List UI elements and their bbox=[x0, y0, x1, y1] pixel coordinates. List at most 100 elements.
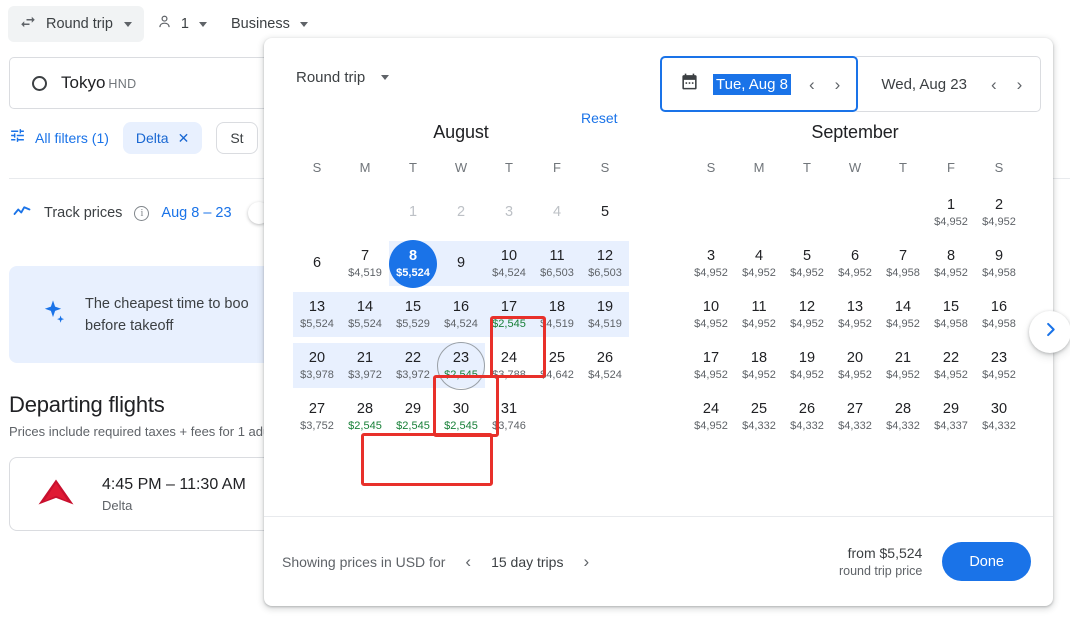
calendar-day-cell[interactable]: 22 $3,972 bbox=[389, 340, 437, 391]
calendar-day-cell[interactable]: 20 $4,952 bbox=[831, 340, 879, 391]
calendar-day-cell[interactable]: 9 bbox=[437, 238, 485, 289]
calendar-day-cell[interactable]: 11 $6,503 bbox=[533, 238, 581, 289]
day-number: 10 bbox=[500, 247, 518, 264]
done-button[interactable]: Done bbox=[942, 542, 1031, 581]
calendar-day-cell[interactable]: 28 $2,545 bbox=[341, 391, 389, 442]
day-price: $2,545 bbox=[348, 419, 382, 432]
calendar-day-cell[interactable]: 13 $4,952 bbox=[831, 289, 879, 340]
calendar-day-cell[interactable]: 16 $4,524 bbox=[437, 289, 485, 340]
popup-trip-type-selector[interactable]: Round trip bbox=[296, 69, 390, 86]
calendar-day-cell[interactable]: 19 $4,952 bbox=[783, 340, 831, 391]
info-icon[interactable]: i bbox=[134, 205, 150, 221]
day-number: 26 bbox=[596, 349, 614, 366]
day-number: 16 bbox=[990, 298, 1008, 315]
departure-date-field[interactable]: Tue, Aug 8 ‹ › bbox=[660, 56, 859, 112]
passenger-selector[interactable]: 1 bbox=[144, 6, 219, 42]
return-next-day-button[interactable]: › bbox=[1013, 73, 1027, 96]
calendar-day-cell[interactable]: 14 $4,952 bbox=[879, 289, 927, 340]
close-icon[interactable]: ✕ bbox=[178, 131, 190, 145]
calendar-day-cell[interactable]: 24 $3,788 bbox=[485, 340, 533, 391]
calendar-day-cell[interactable]: 31 $3,746 bbox=[485, 391, 533, 442]
calendar-day-cell[interactable]: 5 $4,952 bbox=[783, 238, 831, 289]
day-price: $4,519 bbox=[588, 317, 622, 330]
day-number: 2 bbox=[456, 204, 466, 220]
calendar-day-cell[interactable]: 29 $2,545 bbox=[389, 391, 437, 442]
day-of-week-header: S bbox=[312, 160, 322, 175]
calendar-day-cell[interactable]: 12 $6,503 bbox=[581, 238, 629, 289]
calendar-day-cell[interactable]: 2 $4,952 bbox=[975, 187, 1023, 238]
chevron-down-icon bbox=[198, 21, 207, 27]
calendar-day-cell[interactable]: 5 bbox=[581, 187, 629, 238]
calendar-day-cell[interactable]: 21 $4,952 bbox=[879, 340, 927, 391]
month-title: September bbox=[811, 122, 899, 142]
day-price: $4,952 bbox=[790, 368, 824, 381]
calendar-day-cell[interactable]: 19 $4,519 bbox=[581, 289, 629, 340]
all-filters-button[interactable]: All filters (1) bbox=[9, 127, 109, 149]
calendar-day-cell[interactable]: 18 $4,519 bbox=[533, 289, 581, 340]
day-number: 8 bbox=[946, 247, 956, 264]
filter-chip-airline[interactable]: Delta ✕ bbox=[122, 122, 203, 154]
calendar-day-cell[interactable]: 6 $4,952 bbox=[831, 238, 879, 289]
calendar-day-cell[interactable]: 30 $4,332 bbox=[975, 391, 1023, 442]
calendar-day-cell[interactable]: 10 $4,952 bbox=[687, 289, 735, 340]
trip-length-next-button[interactable]: › bbox=[579, 550, 593, 573]
day-price: $4,952 bbox=[838, 368, 872, 381]
calendar-day-cell[interactable]: 27 $4,332 bbox=[831, 391, 879, 442]
track-prices-dates[interactable]: Aug 8 – 23 bbox=[161, 205, 231, 221]
calendar-day-cell[interactable]: 15 $5,529 bbox=[389, 289, 437, 340]
insight-line-1: The cheapest time to boo bbox=[85, 295, 249, 312]
chevron-down-icon bbox=[299, 21, 308, 27]
next-page-button[interactable] bbox=[1029, 311, 1070, 353]
calendar-day-cell[interactable]: 25 $4,642 bbox=[533, 340, 581, 391]
departure-prev-day-button[interactable]: ‹ bbox=[805, 73, 819, 96]
calendar-day-cell[interactable]: 17 $2,545 bbox=[485, 289, 533, 340]
calendar-day-cell[interactable]: 24 $4,952 bbox=[687, 391, 735, 442]
calendar-day-cell[interactable]: 16 $4,958 bbox=[975, 289, 1023, 340]
calendar-day-cell[interactable]: 28 $4,332 bbox=[879, 391, 927, 442]
calendar-day-cell[interactable]: 7 $4,958 bbox=[879, 238, 927, 289]
return-prev-day-button[interactable]: ‹ bbox=[987, 73, 1001, 96]
calendar-day-cell[interactable]: 23 $4,952 bbox=[975, 340, 1023, 391]
calendar-day-cell[interactable]: 4 $4,952 bbox=[735, 238, 783, 289]
calendar-day-cell[interactable]: 14 $5,524 bbox=[341, 289, 389, 340]
calendar-day-cell[interactable]: 26 $4,332 bbox=[783, 391, 831, 442]
calendar-day-cell[interactable]: 3 $4,952 bbox=[687, 238, 735, 289]
filter-chips-row: All filters (1) Delta ✕ St bbox=[9, 122, 258, 154]
day-price: $2,545 bbox=[492, 317, 526, 330]
filter-chip-stops[interactable]: St bbox=[216, 122, 258, 154]
calendar-day-cell[interactable]: 10 $4,524 bbox=[485, 238, 533, 289]
calendar-day-cell[interactable]: 6 bbox=[293, 238, 341, 289]
calendar-day-cell[interactable]: 27 $3,752 bbox=[293, 391, 341, 442]
calendar-day-cell[interactable]: 20 $3,978 bbox=[293, 340, 341, 391]
cabin-class-selector[interactable]: Business bbox=[219, 6, 320, 42]
calendar-day-cell[interactable]: 1 $4,952 bbox=[927, 187, 975, 238]
calendar-day-cell[interactable]: 17 $4,952 bbox=[687, 340, 735, 391]
return-date-field[interactable]: Wed, Aug 23 ‹ › bbox=[853, 56, 1042, 112]
calendar-day-cell[interactable]: 26 $4,524 bbox=[581, 340, 629, 391]
calendar-day-cell[interactable]: 7 $4,519 bbox=[341, 238, 389, 289]
trip-length-prev-button[interactable]: ‹ bbox=[461, 550, 475, 573]
day-price: $4,952 bbox=[886, 368, 920, 381]
calendar-day-cell[interactable]: 9 $4,958 bbox=[975, 238, 1023, 289]
day-price: $4,952 bbox=[934, 266, 968, 279]
day-price: $4,332 bbox=[886, 419, 920, 432]
calendar-day-cell[interactable]: 22 $4,952 bbox=[927, 340, 975, 391]
calendar-day-cell[interactable]: 21 $3,972 bbox=[341, 340, 389, 391]
trip-type-selector[interactable]: Round trip bbox=[8, 6, 144, 42]
day-price: $6,503 bbox=[540, 266, 574, 279]
calendar-day-cell[interactable]: 8 $5,524 bbox=[389, 238, 437, 289]
calendar-day-cell[interactable]: 23 $2,545 bbox=[437, 340, 485, 391]
day-number: 16 bbox=[452, 298, 470, 315]
calendar-day-cell[interactable]: 18 $4,952 bbox=[735, 340, 783, 391]
calendar-day-cell[interactable]: 15 $4,958 bbox=[927, 289, 975, 340]
calendar-day-cell[interactable]: 12 $4,952 bbox=[783, 289, 831, 340]
day-price: $3,972 bbox=[348, 368, 382, 381]
calendar-day-cell[interactable]: 30 $2,545 bbox=[437, 391, 485, 442]
day-grid: S M T W T F S 1 $4,952 2 $4,952 3 $4,952 4 $4,952 5 $4,9… bbox=[658, 149, 1052, 442]
calendar-day-cell[interactable]: 25 $4,332 bbox=[735, 391, 783, 442]
calendar-day-cell[interactable]: 29 $4,337 bbox=[927, 391, 975, 442]
calendar-day-cell[interactable]: 13 $5,524 bbox=[293, 289, 341, 340]
departure-next-day-button[interactable]: › bbox=[831, 73, 845, 96]
calendar-day-cell[interactable]: 11 $4,952 bbox=[735, 289, 783, 340]
calendar-day-cell[interactable]: 8 $4,952 bbox=[927, 238, 975, 289]
